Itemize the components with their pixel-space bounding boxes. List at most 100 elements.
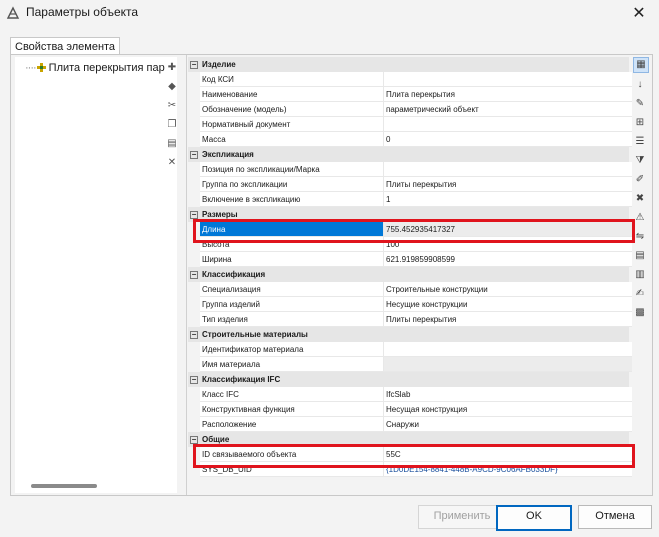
property-row[interactable]: Длина 755.452935417327 — [188, 222, 632, 237]
property-row[interactable]: Тип изделия Плиты перекрытия — [188, 312, 632, 327]
category-row[interactable]: − Размеры — [188, 207, 629, 222]
property-row[interactable]: Позиция по экспликации/Марка — [188, 162, 632, 177]
property-name: Масса — [200, 132, 384, 147]
property-name: Наименование — [200, 87, 384, 102]
apply-button[interactable]: Применить — [418, 505, 506, 529]
tree-item-label: Плита перекрытия пар — [48, 62, 165, 74]
property-name: ID связываемого объекта — [200, 447, 384, 462]
property-value[interactable] — [383, 72, 632, 87]
filter-icon[interactable]: ⧩ — [633, 154, 647, 168]
property-row[interactable]: Включение в экспликацию 1 — [188, 192, 632, 207]
link-icon[interactable]: ⇋ — [633, 230, 647, 244]
ok-button[interactable]: OK — [496, 505, 572, 531]
property-row[interactable]: Нормативный документ — [188, 117, 632, 132]
property-row[interactable]: Специализация Строительные конструкции — [188, 282, 632, 297]
property-name: Высота — [200, 237, 384, 252]
copy-icon[interactable]: ❐ — [165, 118, 179, 132]
category-row[interactable]: − Классификация IFC — [188, 372, 629, 387]
property-value[interactable] — [383, 357, 632, 372]
property-value[interactable]: Снаружи — [383, 417, 632, 432]
property-value[interactable] — [383, 342, 632, 357]
delete-icon[interactable]: ✕ — [165, 156, 179, 170]
property-row[interactable]: ID связываемого объекта 55C — [188, 447, 632, 462]
add-property-icon[interactable]: ⊞ — [633, 116, 647, 130]
property-name: Класс IFC — [200, 387, 384, 402]
edit-icon[interactable]: ✐ — [633, 173, 647, 187]
property-value[interactable]: 755.452935417327 — [383, 222, 632, 237]
paste-icon[interactable]: ✂ — [165, 99, 179, 113]
property-row[interactable]: Код КСИ — [188, 72, 632, 87]
property-row[interactable]: Наименование Плита перекрытия — [188, 87, 632, 102]
property-row[interactable]: Имя материала — [188, 357, 632, 372]
category-row[interactable]: − Изделие — [188, 57, 629, 72]
property-value[interactable] — [383, 162, 632, 177]
collapse-icon[interactable]: − — [188, 267, 199, 282]
property-value[interactable]: 0 — [383, 132, 632, 147]
property-value[interactable]: {1D0DE154-8841-448B-A9CD-9C06AFB033DF} — [383, 462, 632, 477]
property-row[interactable]: Группа по экспликации Плиты перекрытия — [188, 177, 632, 192]
collapse-icon[interactable]: − — [188, 432, 199, 447]
signature-icon[interactable]: ✍ — [633, 287, 647, 301]
grid-icon[interactable]: ▤ — [633, 249, 647, 263]
collapse-icon[interactable]: − — [188, 147, 199, 162]
element-node-icon — [36, 63, 46, 72]
add-property-icon[interactable]: ✚ — [165, 61, 179, 75]
property-row[interactable]: Высота 100 — [188, 237, 632, 252]
edit-property-icon[interactable]: ✎ — [633, 97, 647, 111]
property-value[interactable]: Строительные конструкции — [383, 282, 632, 297]
categorized-view-icon[interactable]: ▦ — [633, 57, 649, 73]
property-name: SYS_DB_UID — [200, 462, 384, 477]
property-value[interactable]: 1 — [383, 192, 632, 207]
property-value[interactable]: 621.919859908599 — [383, 252, 632, 267]
property-row[interactable]: Конструктивная функция Несущая конструкци… — [188, 402, 632, 417]
columns-icon[interactable]: ▥ — [633, 268, 647, 282]
property-row[interactable]: Масса 0 — [188, 132, 632, 147]
tag-icon[interactable]: ◆ — [165, 80, 179, 94]
property-value[interactable]: параметрический объект — [383, 102, 632, 117]
close-icon[interactable]: ✕ — [629, 3, 649, 23]
table-delete-icon[interactable]: ▩ — [633, 306, 647, 320]
property-name: Специализация — [200, 282, 384, 297]
property-row[interactable]: Обозначение (модель) параметрический объе… — [188, 102, 632, 117]
category-row[interactable]: − Классификация — [188, 267, 629, 282]
property-row[interactable]: Идентификатор материала — [188, 342, 632, 357]
warning-icon[interactable]: ⚠ — [633, 211, 647, 225]
property-value[interactable]: 55C — [383, 447, 632, 462]
property-value[interactable]: 100 — [383, 237, 632, 252]
collapse-icon[interactable]: − — [188, 57, 199, 72]
folder-icon[interactable]: ▤ — [165, 137, 179, 151]
property-value[interactable]: Плита перекрытия — [383, 87, 632, 102]
collapse-icon[interactable]: − — [188, 207, 199, 222]
property-name: Код КСИ — [200, 72, 384, 87]
collapse-icon[interactable]: − — [188, 327, 199, 342]
sort-alphabetical-icon[interactable]: ↓ — [633, 78, 647, 92]
property-row[interactable]: Класс IFC IfcSlab — [188, 387, 632, 402]
property-name: Длина — [200, 222, 384, 237]
property-value[interactable]: IfcSlab — [383, 387, 632, 402]
property-value[interactable]: Несущие конструкции — [383, 297, 632, 312]
property-name: Включение в экспликацию — [200, 192, 384, 207]
property-row[interactable]: SYS_DB_UID {1D0DE154-8841-448B-A9CD-9C06A… — [188, 462, 632, 477]
property-value[interactable]: Плиты перекрытия — [383, 312, 632, 327]
category-label: Изделие — [202, 60, 236, 69]
remove-icon[interactable]: ✖ — [633, 192, 647, 206]
property-name: Идентификатор материала — [200, 342, 384, 357]
category-row[interactable]: − Экспликация — [188, 147, 629, 162]
property-value[interactable]: Несущая конструкция — [383, 402, 632, 417]
category-label: Общие — [202, 435, 230, 444]
category-row[interactable]: − Строительные материалы — [188, 327, 629, 342]
cancel-button[interactable]: Отмена — [578, 505, 652, 529]
tree-item-slab[interactable]: ···· Плита перекрытия пар — [25, 62, 165, 74]
property-value[interactable]: Плиты перекрытия — [383, 177, 632, 192]
collapse-icon[interactable]: − — [188, 372, 199, 387]
property-value[interactable] — [383, 117, 632, 132]
property-row[interactable]: Группа изделий Несущие конструкции — [188, 297, 632, 312]
category-row[interactable]: − Общие — [188, 432, 629, 447]
tree-horizontal-scrollbar[interactable] — [31, 484, 97, 488]
category-label: Классификация IFC — [202, 375, 281, 384]
list-icon[interactable]: ☰ — [633, 135, 647, 149]
property-row[interactable]: Расположение Снаружи — [188, 417, 632, 432]
property-row[interactable]: Ширина 621.919859908599 — [188, 252, 632, 267]
property-name: Тип изделия — [200, 312, 384, 327]
splitter[interactable] — [186, 55, 187, 495]
